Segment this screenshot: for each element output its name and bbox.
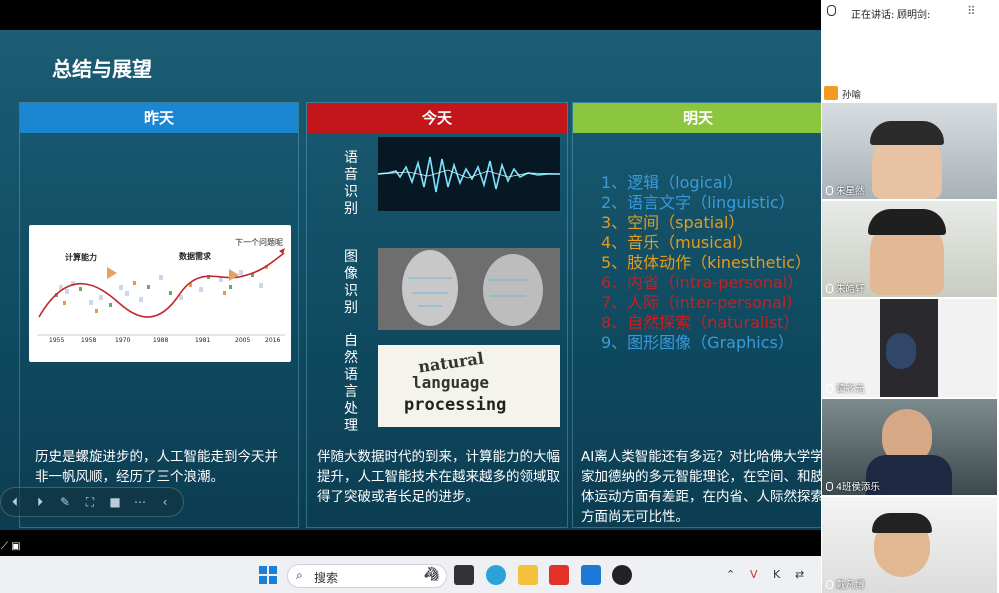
nlp-wordcloud-image: natural language processing bbox=[378, 345, 560, 427]
label-nlp: 自然语言处理 bbox=[344, 333, 358, 434]
previous-icon[interactable]: ⏴ bbox=[7, 494, 23, 510]
mic-icon bbox=[827, 5, 836, 16]
presentation-toolbar: ⏴ ⏵ ✎ ⛶ ■ ⋯ ‹ bbox=[0, 487, 184, 517]
more-icon[interactable]: ⋯ bbox=[132, 494, 148, 510]
chart-year: 1988 bbox=[153, 337, 169, 344]
intelligence-item: 2、语言文字（linguistic） bbox=[601, 193, 795, 212]
intelligence-item: 6、内省（intra-personal） bbox=[601, 273, 804, 292]
yesterday-text: 历史是螺旋进步的，人工智能走到今天并非一帆风顺，经历了三个浪潮。 bbox=[35, 449, 278, 485]
participant-tile[interactable]: 戴凡博 bbox=[822, 497, 997, 593]
file-explorer-icon[interactable] bbox=[518, 565, 538, 585]
search-icon: ⌕ bbox=[296, 568, 303, 582]
chart-label-compute: 计算能力 bbox=[65, 253, 97, 262]
speaking-indicator: 正在讲话: 顾明剑: ⠿ bbox=[821, 0, 999, 24]
mic-icon bbox=[826, 482, 833, 491]
video-hair bbox=[872, 513, 932, 533]
mic-icon bbox=[826, 580, 833, 589]
mic-icon bbox=[826, 284, 833, 293]
intelligence-item: 8、自然探索（naturalist） bbox=[601, 313, 800, 332]
today-text: 伴随大数据时代的到来，计算能力的大幅提升，人工智能技术在越来越多的领域取得了突破… bbox=[317, 449, 560, 505]
taskbar-search[interactable]: ⌕ 搜索 🦓 bbox=[287, 564, 447, 588]
screenshot-icon[interactable]: ⛶ bbox=[82, 494, 98, 510]
tray-chevron-icon[interactable]: ⌃ bbox=[726, 568, 735, 581]
chart-year: 2016 bbox=[265, 337, 281, 344]
participant-tile[interactable]: 谭齐元 bbox=[822, 299, 997, 397]
speech-waveform-image bbox=[377, 137, 561, 211]
intelligence-item: 5、肢体动作（kinesthetic） bbox=[601, 253, 811, 272]
grid-view-icon[interactable]: ⠿ bbox=[967, 4, 976, 18]
participant-tile[interactable]: 朱星然 bbox=[822, 103, 997, 199]
mic-icon bbox=[826, 186, 833, 195]
video-panel: 正在讲话: 顾明剑: ⠿ 孙喻 朱星然 朱皓轩 谭齐元 4班侯添乐 戴凡博 bbox=[821, 0, 999, 593]
chart-year: 1955 bbox=[49, 337, 65, 344]
participant-tile[interactable]: 孙喻 bbox=[822, 26, 997, 102]
intelligence-item: 4、音乐（musical） bbox=[601, 233, 753, 252]
header-today: 今天 bbox=[307, 103, 567, 133]
video-icon[interactable]: ■ bbox=[107, 494, 123, 510]
next-icon[interactable]: ⏵ bbox=[32, 494, 48, 510]
tomorrow-text: AI离人类智能还有多远？对比哈佛大学学家加德纳的多元智能理论，在空间、和肢体运动… bbox=[581, 449, 821, 525]
intelligence-list: 1、逻辑（logical） 2、语言文字（linguistic） 3、空间（spat… bbox=[601, 173, 811, 353]
nlp-word: language bbox=[412, 373, 490, 392]
intelligence-item: 1、逻辑（logical） bbox=[601, 173, 744, 192]
participant-name: 戴凡博 bbox=[826, 577, 865, 591]
mic-icon bbox=[826, 384, 833, 393]
windows-start-icon[interactable] bbox=[259, 566, 277, 584]
collapse-icon[interactable]: ‹ bbox=[157, 494, 173, 510]
label-image-recognition: 图像识别 bbox=[344, 249, 358, 316]
pen-icon[interactable]: ✎ bbox=[57, 494, 73, 510]
video-hair bbox=[868, 209, 946, 235]
chart-label-data: 数据需求 bbox=[179, 252, 211, 261]
qq-icon[interactable] bbox=[612, 565, 632, 585]
face-recognition-image bbox=[378, 248, 560, 330]
participant-tile[interactable]: 朱皓轩 bbox=[822, 201, 997, 297]
header-tomorrow: 明天 bbox=[573, 103, 821, 133]
search-placeholder: 搜索 bbox=[314, 571, 339, 585]
intelligence-item: 3、空间（spatial） bbox=[601, 213, 745, 232]
participant-name: 朱星然 bbox=[826, 183, 865, 197]
column-yesterday: 昨天 计算能力 数据需求 下一个问题呢 1955 1958 1970 1988 … bbox=[19, 102, 299, 528]
edge-browser-icon[interactable] bbox=[486, 565, 506, 585]
participant-name: 朱皓轩 bbox=[826, 281, 865, 295]
label-speech-recognition: 语音识别 bbox=[344, 150, 358, 217]
history-chart-image: 计算能力 数据需求 下一个问题呢 1955 1958 1970 1988 198… bbox=[29, 225, 291, 362]
screen: { "slide": { "title": "总结与展望", "col1": {… bbox=[0, 0, 999, 593]
meeting-app-icon[interactable] bbox=[581, 565, 601, 585]
participant-tile[interactable]: 4班侯添乐 bbox=[822, 399, 997, 495]
name-bar: 孙喻 bbox=[822, 84, 997, 102]
tray-app-icon[interactable]: V bbox=[750, 568, 758, 581]
participant-name: 4班侯添乐 bbox=[826, 479, 880, 493]
column-today: 今天 语音识别 图像识别 自然语言处理 natural language pro bbox=[306, 102, 568, 528]
chart-year: 1958 bbox=[81, 337, 97, 344]
user-icon bbox=[824, 86, 838, 100]
video-hair bbox=[870, 121, 944, 145]
intelligence-item: 9、图形图像（Graphics） bbox=[601, 333, 794, 352]
tray-settings-icon[interactable]: ⇄ bbox=[795, 568, 804, 581]
chart-year: 2005 bbox=[235, 337, 251, 344]
tray-app-icon[interactable]: K bbox=[773, 568, 780, 581]
video-figure bbox=[886, 333, 916, 369]
chart-year: 1970 bbox=[115, 337, 131, 344]
speaking-name: 顾明剑: bbox=[897, 10, 931, 21]
intelligence-item: 7、人际（inter-personal） bbox=[601, 293, 803, 312]
chart-year: 1981 bbox=[195, 337, 211, 344]
participant-name: 孙喻 bbox=[842, 90, 862, 101]
corner-icons: ⟋ ▣ bbox=[1, 541, 21, 552]
wps-office-icon[interactable] bbox=[549, 565, 569, 585]
chart-label-next: 下一个问题呢 bbox=[235, 238, 283, 247]
speaking-label: 正在讲话: bbox=[851, 10, 895, 21]
participant-name: 谭齐元 bbox=[826, 381, 865, 395]
header-yesterday: 昨天 bbox=[20, 103, 298, 133]
slide-top-bar bbox=[0, 0, 821, 30]
task-view-icon[interactable] bbox=[454, 565, 474, 585]
zebra-decoration-icon: 🦓 bbox=[423, 567, 440, 582]
bottom-band bbox=[0, 530, 821, 556]
nlp-word: processing bbox=[404, 395, 507, 415]
presentation-slide: 总结与展望 昨天 计算能力 数据需求 下一个问题呢 1955 1958 1970… bbox=[0, 30, 821, 530]
slide-title: 总结与展望 bbox=[52, 57, 152, 81]
column-tomorrow: 明天 1、逻辑（logical） 2、语言文字（linguistic） 3、空间（s… bbox=[572, 102, 821, 528]
